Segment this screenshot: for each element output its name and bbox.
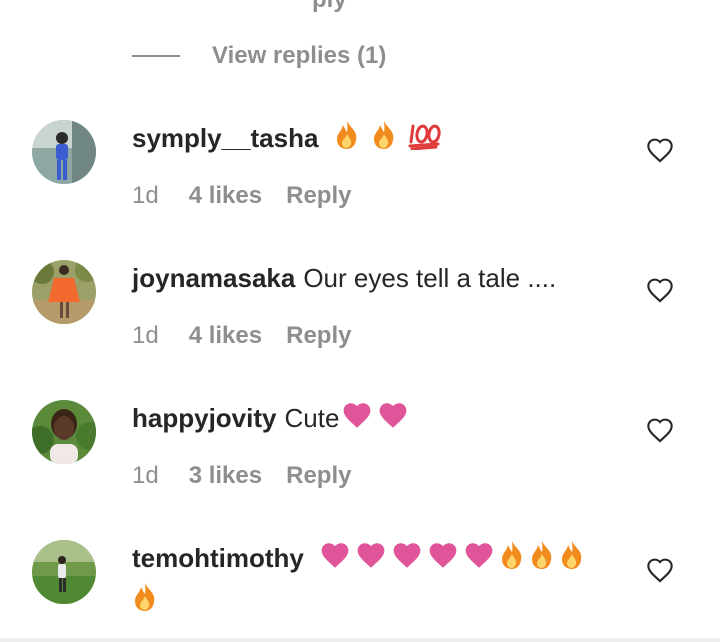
avatar-image bbox=[32, 120, 96, 184]
comment-message: Our eyes tell a tale .... bbox=[303, 263, 557, 293]
comment-item: symply__tasha 1d 4 likes Reply bbox=[0, 118, 720, 228]
heart-emoji-icon bbox=[427, 540, 459, 580]
avatar-image bbox=[32, 540, 96, 604]
reply-button[interactable]: Reply bbox=[286, 182, 351, 210]
avatar[interactable] bbox=[32, 400, 96, 464]
fire-icon bbox=[499, 540, 525, 581]
truncated-reply-text: ply bbox=[312, 0, 347, 14]
like-heart-icon[interactable] bbox=[646, 557, 674, 583]
comment-item: joynamasaka Our eyes tell a tale .... 1d … bbox=[0, 258, 720, 368]
likes-count[interactable]: 3 likes bbox=[189, 462, 262, 490]
fire-icon bbox=[559, 540, 585, 581]
heart-emoji-icon bbox=[319, 540, 351, 580]
comment-meta: 1d 4 likes Reply bbox=[132, 322, 351, 350]
heart-emoji-icon bbox=[377, 400, 409, 440]
like-heart-icon[interactable] bbox=[646, 277, 674, 303]
heart-emoji-icon bbox=[341, 400, 373, 440]
comment-time: 1d bbox=[132, 462, 159, 489]
heart-emoji-icon bbox=[355, 540, 387, 580]
comment-username[interactable]: temohtimothy bbox=[132, 543, 304, 573]
comment-username[interactable]: happyjovity bbox=[132, 403, 276, 433]
like-heart-icon[interactable] bbox=[646, 417, 674, 443]
reply-button[interactable]: Reply bbox=[286, 322, 351, 350]
reply-button[interactable]: Reply bbox=[286, 462, 351, 490]
comment-text: symply__tasha bbox=[132, 118, 602, 161]
comment-text: happyjovity Cute bbox=[132, 398, 602, 440]
fire-icon bbox=[371, 120, 397, 161]
comment-item: temohtimothy bbox=[0, 538, 720, 638]
view-replies-button[interactable]: View replies (1) bbox=[132, 40, 386, 72]
heart-emoji-icon bbox=[463, 540, 495, 580]
comment-message: Cute bbox=[284, 403, 340, 433]
avatar-image bbox=[32, 400, 96, 464]
view-replies-label: View replies (1) bbox=[212, 42, 387, 69]
comment-time: 1d bbox=[132, 322, 159, 349]
comment-username[interactable]: joynamasaka bbox=[132, 263, 295, 293]
comment-item: happyjovity Cute 1d 3 likes Reply bbox=[0, 398, 720, 508]
comment-time: 1d bbox=[132, 182, 159, 209]
avatar-image bbox=[32, 260, 96, 324]
avatar[interactable] bbox=[32, 260, 96, 324]
replies-divider bbox=[132, 55, 180, 57]
like-heart-icon[interactable] bbox=[646, 137, 674, 163]
avatar[interactable] bbox=[32, 540, 96, 604]
likes-count[interactable]: 4 likes bbox=[189, 322, 262, 350]
comment-meta: 1d 3 likes Reply bbox=[132, 462, 351, 490]
hundred-points-icon bbox=[408, 120, 442, 161]
comment-username[interactable]: symply__tasha bbox=[132, 123, 318, 153]
avatar[interactable] bbox=[32, 120, 96, 184]
heart-emoji-icon bbox=[391, 540, 423, 580]
fire-icon bbox=[334, 120, 360, 161]
likes-count[interactable]: 4 likes bbox=[189, 182, 262, 210]
comment-meta: 1d 4 likes Reply bbox=[132, 182, 351, 210]
comment-text: joynamasaka Our eyes tell a tale .... bbox=[132, 258, 602, 298]
bottom-divider bbox=[0, 638, 720, 642]
fire-icon bbox=[529, 540, 555, 581]
comment-text: temohtimothy bbox=[132, 538, 602, 623]
fire-icon bbox=[132, 582, 158, 623]
